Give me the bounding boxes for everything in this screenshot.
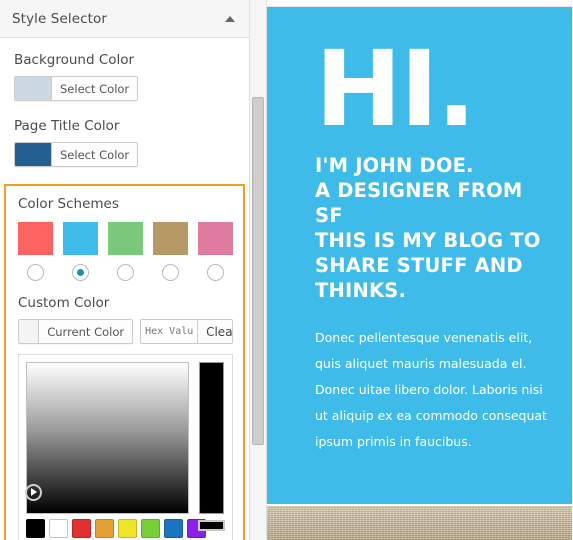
- page-title-color-select-button[interactable]: Select Color: [14, 142, 139, 167]
- hue-slider-handle[interactable]: [197, 520, 225, 531]
- color-scheme-radio-tan[interactable]: [153, 264, 188, 281]
- custom-color-controls: Current Color Clear: [18, 319, 233, 344]
- color-picker-left: [25, 362, 206, 538]
- color-scheme-radio-pink[interactable]: [198, 264, 233, 281]
- clear-button[interactable]: Clear: [197, 320, 233, 343]
- palette-swatch-yellow[interactable]: [118, 519, 137, 538]
- palette-swatch-orange[interactable]: [95, 519, 114, 538]
- color-scheme-swatch-pink[interactable]: [198, 222, 233, 255]
- color-scheme-swatch-red[interactable]: [18, 222, 53, 255]
- color-picker-widget: [18, 354, 233, 540]
- style-selector-panel: Style Selector Background Color Select C…: [0, 0, 250, 540]
- chevron-up-icon[interactable]: [225, 15, 235, 22]
- color-scheme-swatch-blue[interactable]: [63, 222, 98, 255]
- palette-swatch-green[interactable]: [141, 519, 160, 538]
- panel-header: Style Selector: [0, 0, 249, 38]
- preview-body-text: Donec pellentesque venenatis elit, quis …: [315, 330, 547, 449]
- current-color-button-label: Current Color: [47, 324, 125, 339]
- saturation-gradient: [27, 363, 188, 513]
- background-color-button-label: Select Color: [60, 81, 130, 96]
- palette-swatch-blue[interactable]: [164, 519, 183, 538]
- color-schemes-highlight-region: Color Schemes Custom Color Current Color…: [4, 184, 245, 540]
- radio-selected-dot: [77, 269, 84, 276]
- preview-hero: HI. I'M JOHN DOE. A DESIGNER FROM SF THI…: [267, 7, 572, 504]
- color-schemes-label: Color Schemes: [18, 196, 119, 212]
- radio-circle[interactable]: [117, 264, 134, 281]
- page-title-color-section: Page Title Color Select Color: [0, 104, 249, 170]
- background-color-section: Background Color Select Color: [0, 38, 249, 104]
- current-color-chip: [19, 320, 40, 343]
- background-color-label: Background Color: [14, 52, 135, 68]
- color-scheme-radio-blue[interactable]: [63, 264, 98, 281]
- preview-hero-title: HI.: [315, 28, 476, 150]
- preview-footer-texture: [267, 504, 572, 540]
- page-title-color-label: Page Title Color: [14, 118, 120, 134]
- panel-scrollbar-thumb[interactable]: [252, 97, 264, 445]
- color-scheme-swatch-green[interactable]: [108, 222, 143, 255]
- custom-color-label: Custom Color: [18, 295, 110, 311]
- background-color-chip: [15, 77, 52, 100]
- hex-value-group: Clear: [140, 319, 233, 344]
- radio-circle[interactable]: [72, 264, 89, 281]
- panel-scrollbar[interactable]: [250, 0, 267, 540]
- saturation-brightness-area[interactable]: [25, 362, 189, 514]
- site-preview: HI. I'M JOHN DOE. A DESIGNER FROM SF THI…: [267, 0, 572, 540]
- radio-circle[interactable]: [207, 264, 224, 281]
- style-selector-screen: Style Selector Background Color Select C…: [0, 0, 573, 540]
- palette-swatch-red[interactable]: [72, 519, 91, 538]
- palette-swatch-black[interactable]: [26, 519, 45, 538]
- picker-handle[interactable]: [25, 484, 42, 501]
- color-scheme-radio-red[interactable]: [18, 264, 53, 281]
- background-color-select-button[interactable]: Select Color: [14, 76, 139, 101]
- current-color-button[interactable]: Current Color: [18, 319, 134, 344]
- radio-circle[interactable]: [162, 264, 179, 281]
- hue-slider[interactable]: [198, 362, 224, 514]
- palette-swatch-white[interactable]: [49, 519, 68, 538]
- color-scheme-radio-green[interactable]: [108, 264, 143, 281]
- page-title-color-button-label: Select Color: [60, 147, 130, 162]
- page-title-color-chip: [15, 143, 52, 166]
- panel-body: Background Color Select Color Page Title…: [0, 38, 249, 540]
- hex-value-input[interactable]: [141, 320, 198, 343]
- color-scheme-swatch-row: [18, 222, 233, 255]
- color-picker-right: [197, 362, 225, 538]
- preview-top-strip: [267, 0, 572, 7]
- color-scheme-swatch-tan[interactable]: [153, 222, 188, 255]
- preview-headline: I'M JOHN DOE. A DESIGNER FROM SF THIS IS…: [315, 154, 541, 302]
- color-scheme-radio-row: [18, 264, 233, 281]
- panel-title: Style Selector: [12, 10, 108, 27]
- radio-circle[interactable]: [27, 264, 44, 281]
- palette-swatch-row: [26, 519, 206, 538]
